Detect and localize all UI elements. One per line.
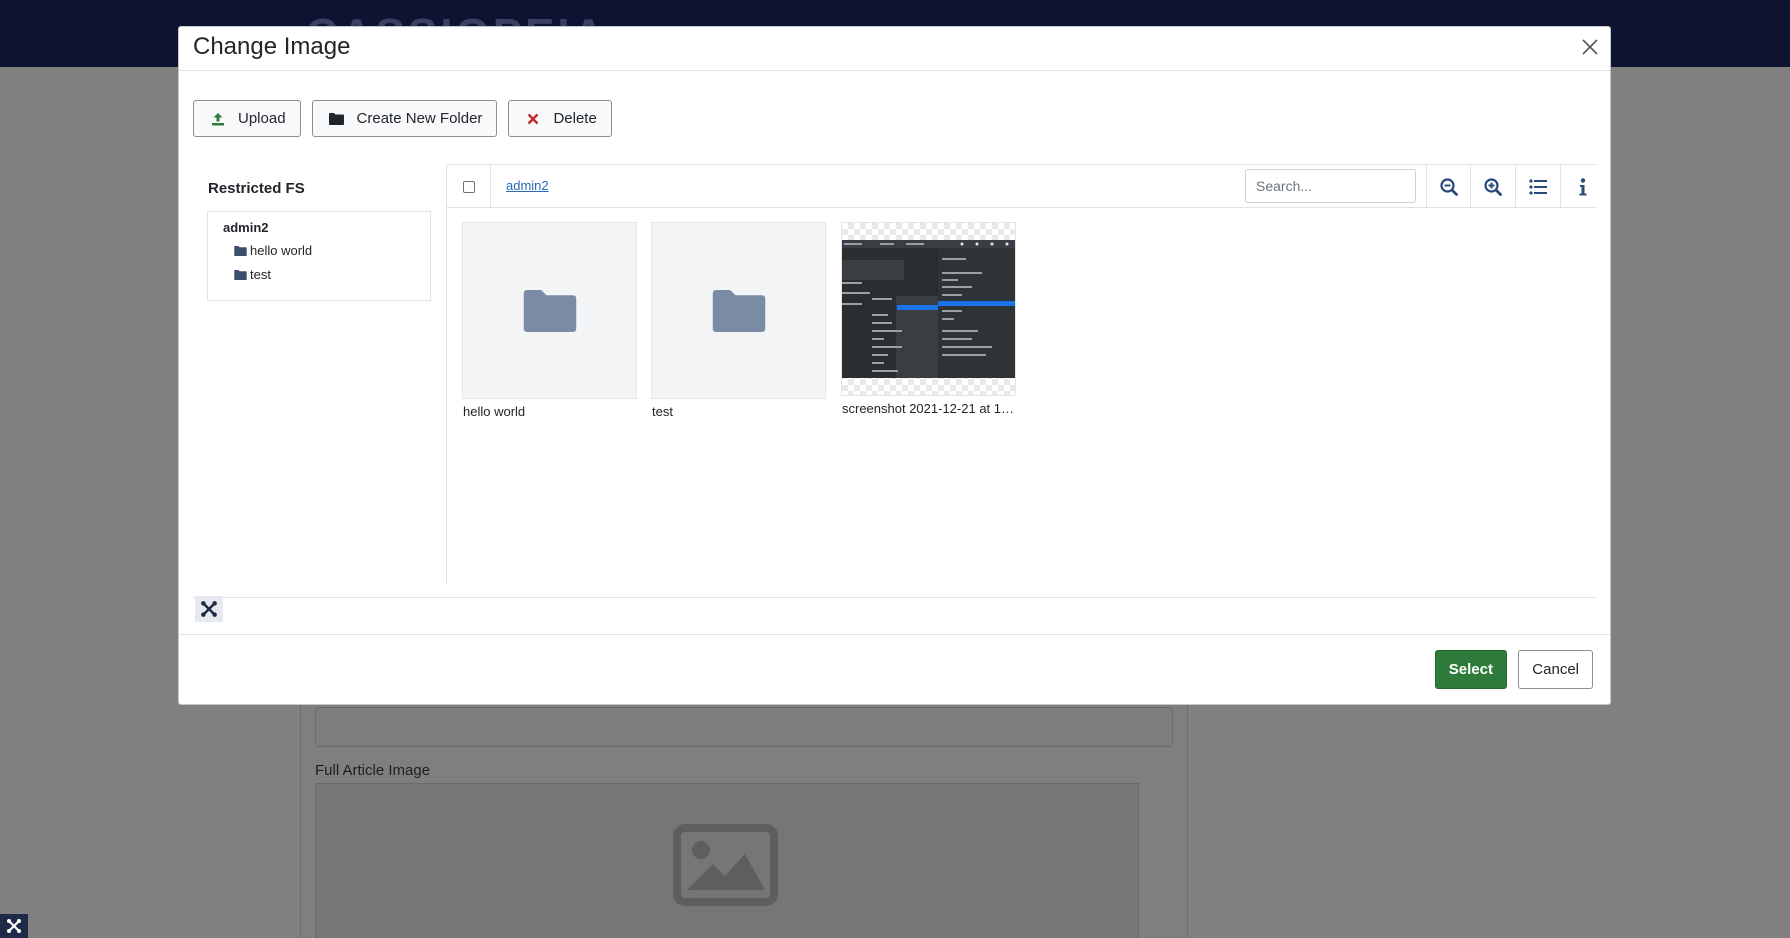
media-toolbar: Upload Create New Folder Delete <box>193 100 612 137</box>
image-placeholder-icon <box>673 824 778 906</box>
disk-title: Restricted FS <box>208 180 305 197</box>
item-name: screenshot 2021-12-21 at 17... <box>842 401 1016 416</box>
tree-item-hello-world[interactable]: hello world <box>234 243 312 258</box>
image-thumbnail <box>841 222 1016 396</box>
folder-thumbnail <box>651 222 826 399</box>
breadcrumb-admin2[interactable]: admin2 <box>506 178 549 193</box>
select-button[interactable]: Select <box>1434 650 1507 689</box>
create-folder-label: Create New Folder <box>356 110 483 127</box>
close-button[interactable] <box>1578 35 1602 59</box>
info-icon <box>1579 177 1586 195</box>
screenshot-preview-image <box>842 240 1015 378</box>
browser-item-test[interactable]: test <box>651 222 826 419</box>
browser-toolbar: admin2 <box>447 164 1597 208</box>
tree-root-admin2[interactable]: admin2 <box>223 220 269 235</box>
search-input[interactable] <box>1245 169 1416 203</box>
joomla-footer-logo <box>195 596 223 622</box>
media-sidebar: Restricted FS admin2 hello world test <box>193 164 447 584</box>
joomla-icon <box>201 601 217 617</box>
media-manager: Restricted FS admin2 hello world test ad… <box>193 164 1597 584</box>
list-view-button[interactable] <box>1515 165 1559 208</box>
dialog-footer: Select Cancel <box>179 634 1610 705</box>
tree-item-test[interactable]: test <box>234 267 271 282</box>
upload-label: Upload <box>238 110 286 127</box>
zoom-out-button[interactable] <box>1426 165 1470 208</box>
folder-icon <box>329 111 345 127</box>
folder-tree: admin2 hello world test <box>207 211 431 301</box>
info-button[interactable] <box>1560 165 1604 208</box>
folder-icon <box>523 289 576 332</box>
delete-x-icon <box>525 111 541 127</box>
browser-item-hello-world[interactable]: hello world <box>462 222 637 419</box>
folder-thumbnail <box>462 222 637 399</box>
select-all-checkbox-cell[interactable] <box>447 165 491 208</box>
item-name: test <box>652 404 673 419</box>
dialog-title: Change Image <box>193 33 351 60</box>
delete-button[interactable]: Delete <box>508 100 612 137</box>
zoom-out-icon <box>1439 177 1458 196</box>
change-image-dialog: Change Image Upload Create New Folder De… <box>178 26 1611 705</box>
zoom-in-button[interactable] <box>1470 165 1514 208</box>
upload-button[interactable]: Upload <box>193 100 301 137</box>
tree-item-label: hello world <box>250 243 313 258</box>
zoom-in-icon <box>1483 177 1502 196</box>
select-all-checkbox[interactable] <box>462 180 475 193</box>
browser-item-screenshot[interactable]: screenshot 2021-12-21 at 17... <box>841 222 1016 416</box>
list-icon <box>1528 178 1547 195</box>
create-new-folder-button[interactable]: Create New Folder <box>311 100 498 137</box>
background-text-field <box>315 707 1173 747</box>
full-article-image-label: Full Article Image <box>315 762 431 779</box>
close-icon <box>1582 39 1598 55</box>
joomla-corner-icon[interactable] <box>0 914 28 938</box>
joomla-icon <box>7 919 21 933</box>
folder-icon <box>234 245 248 257</box>
media-manager-footer-divider <box>193 597 1597 598</box>
tree-item-label: test <box>250 267 271 282</box>
folder-icon <box>712 289 765 332</box>
upload-icon <box>210 111 226 127</box>
delete-label: Delete <box>553 110 597 127</box>
dialog-header: Change Image <box>179 27 1610 71</box>
cancel-button[interactable]: Cancel <box>1518 650 1593 689</box>
media-browser: admin2 Search... hello world test screen… <box>447 164 1597 584</box>
folder-icon <box>234 269 248 281</box>
item-name: hello world <box>463 404 526 419</box>
